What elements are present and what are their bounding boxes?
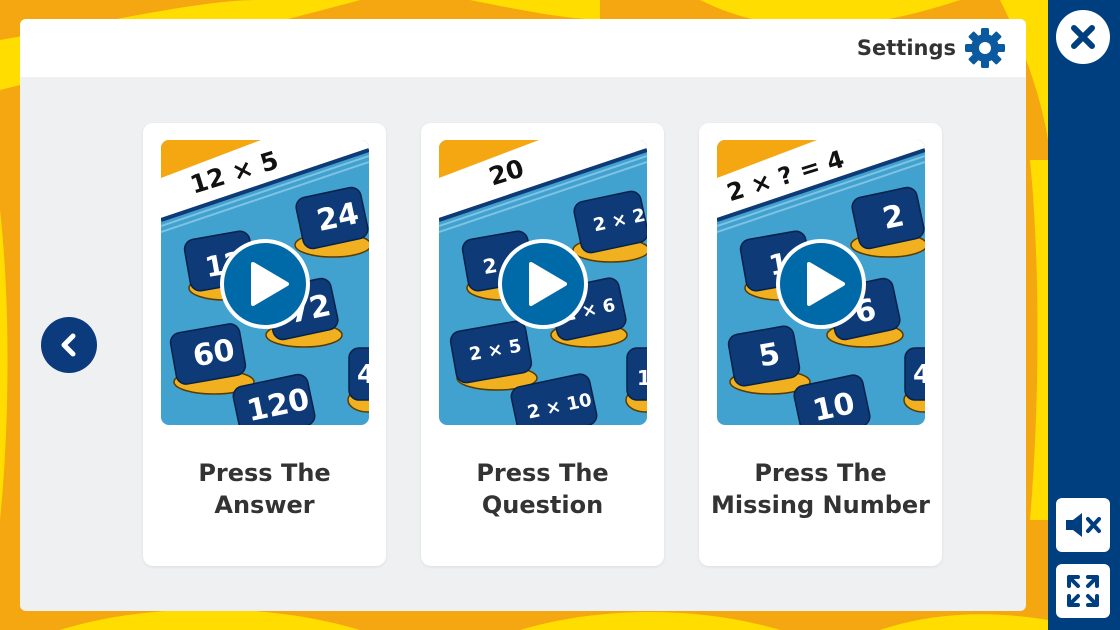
card-title-line: Press The — [754, 459, 887, 487]
sound-off-icon — [1066, 513, 1101, 537]
play-icon[interactable] — [497, 238, 589, 330]
number-tile: 1 — [637, 366, 647, 390]
number-tile: 4 — [913, 360, 925, 390]
close-button[interactable] — [1056, 10, 1110, 64]
card-title-line: Missing Number — [711, 491, 930, 519]
activity-card-press-the-answer[interactable]: 12 × 5 12 24 72 60 120 4 Press The Answe… — [143, 123, 386, 566]
settings-button[interactable]: Settings — [857, 27, 1006, 69]
card-title-line: Answer — [214, 491, 315, 519]
close-icon — [1071, 25, 1095, 49]
fullscreen-button[interactable] — [1056, 564, 1110, 618]
expand-icon — [1067, 575, 1099, 607]
play-icon[interactable] — [775, 238, 867, 330]
card-title: Press The Answer — [143, 457, 386, 521]
card-title-line: Press The — [198, 459, 331, 487]
gear-icon — [965, 28, 1005, 68]
number-tile: 60 — [190, 332, 238, 375]
activity-panel: Settings 12 × 5 24 72 60 120 4 Press The… — [20, 19, 1026, 611]
play-icon[interactable] — [219, 238, 311, 330]
card-title-line: Press The — [476, 459, 609, 487]
card-title: Press The Missing Number — [699, 457, 942, 521]
card-thumbnail: 2 × ? = 4 1 2 6 5 10 4 — [717, 140, 925, 425]
chevron-left-icon — [61, 333, 76, 357]
panel-header: Settings — [20, 19, 1026, 77]
card-title: Press The Question — [421, 457, 664, 521]
previous-button[interactable] — [41, 317, 97, 373]
control-sidebar — [1048, 0, 1120, 630]
card-title-line: Question — [481, 491, 604, 519]
activity-card-press-the-question[interactable]: 20 2 2 × 2 2 × 6 2 × 5 2 × 10 1 Press Th… — [421, 123, 664, 566]
number-tile: 4 — [357, 360, 369, 390]
card-thumbnail: 12 × 5 12 24 72 60 120 4 — [161, 140, 369, 425]
mute-button[interactable] — [1056, 498, 1110, 552]
activity-card-press-the-missing-number[interactable]: 2 × ? = 4 1 2 6 5 10 4 Press The Missing… — [699, 123, 942, 566]
card-thumbnail: 20 2 2 × 2 2 × 6 2 × 5 2 × 10 1 — [439, 140, 647, 425]
settings-label: Settings — [856, 36, 956, 60]
